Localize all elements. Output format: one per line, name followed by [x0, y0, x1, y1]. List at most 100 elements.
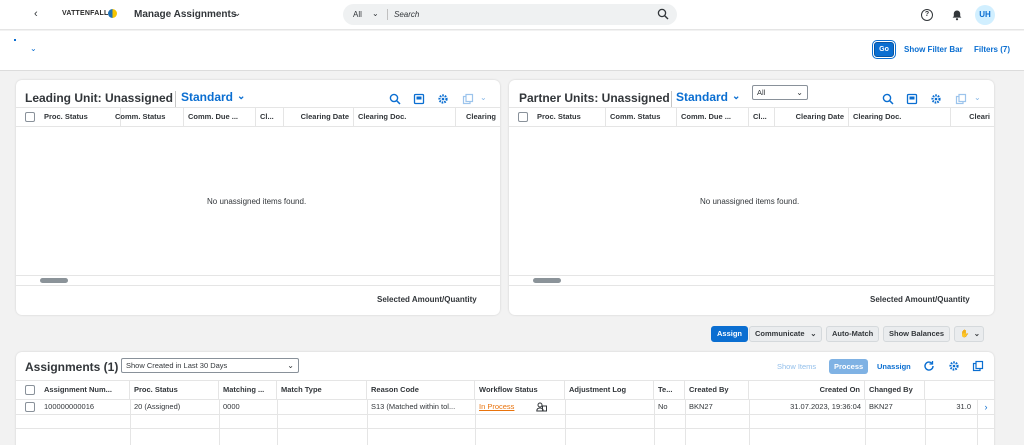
scrollbar-thumb[interactable]	[533, 278, 561, 283]
empty-table-message: No unassigned items found.	[700, 197, 800, 206]
leading-unit-panel: Leading Unit: Unassigned Standard ⌄ ⌄ Pr…	[16, 80, 500, 315]
table-row[interactable]: 100000000016 20 (Assigned) 0000 S13 (Mat…	[16, 400, 994, 414]
partner-units-variant-select[interactable]: Standard	[676, 90, 728, 104]
chevron-down-icon[interactable]: ⌄	[796, 86, 803, 99]
export-icon[interactable]	[906, 93, 918, 105]
column-separator	[367, 400, 368, 445]
column-separator	[977, 400, 978, 445]
show-filter-bar-button[interactable]: Show Filter Bar	[904, 45, 963, 54]
column-header[interactable]: Proc. Status	[130, 381, 219, 399]
column-header[interactable]: Comm. Due ...	[677, 108, 749, 126]
horizontal-scrollbar[interactable]	[509, 277, 994, 285]
column-header[interactable]: Created On	[749, 381, 865, 399]
select-all-checkbox[interactable]	[25, 112, 35, 122]
column-header[interactable]: Cleari	[951, 108, 994, 126]
communicate-button[interactable]: Communicate ⌄	[749, 326, 822, 342]
process-button[interactable]: Process	[829, 359, 869, 374]
help-icon[interactable]: ?	[921, 9, 933, 21]
column-header[interactable]: Adjustment Log	[565, 381, 654, 399]
company-logo-text: VATTENFALL	[62, 10, 109, 17]
unassign-button[interactable]: Unassign	[877, 362, 911, 371]
leading-unit-variant-select[interactable]: Standard	[181, 90, 233, 104]
assignment-number-cell: 100000000016	[44, 402, 95, 411]
row-checkbox[interactable]	[25, 402, 35, 412]
settings-gear-icon[interactable]	[930, 93, 942, 105]
chevron-down-icon[interactable]: ⌄	[732, 91, 740, 102]
column-header[interactable]: Comm. Due ...	[184, 108, 256, 126]
row-navigation-chevron-icon[interactable]: ›	[978, 400, 994, 414]
chevron-down-icon[interactable]: ⌄	[287, 359, 294, 372]
search-separator	[387, 9, 388, 20]
variant-separator	[175, 91, 176, 107]
column-header[interactable]: Comm. Status	[111, 108, 184, 126]
copy-icon[interactable]	[972, 360, 984, 372]
column-header[interactable]: Assignment Num...	[40, 381, 130, 399]
column-header[interactable]: Cl...	[749, 108, 775, 126]
app-title[interactable]: Manage Assignments	[134, 9, 236, 20]
auto-match-button[interactable]: Auto-Match	[826, 326, 880, 342]
workflow-status-link[interactable]: In Process	[475, 400, 535, 414]
column-header[interactable]: Clearing Date	[775, 108, 849, 126]
notification-bell-icon[interactable]	[951, 9, 963, 21]
column-header[interactable]: Reason Code	[367, 381, 475, 399]
column-header[interactable]: Te...	[654, 381, 685, 399]
column-header[interactable]: Matching ...	[219, 381, 277, 399]
column-header[interactable]: Match Type	[277, 381, 367, 399]
settings-gear-icon[interactable]	[437, 93, 449, 105]
column-header[interactable]: Clearing Doc.	[354, 108, 456, 126]
column-header[interactable]: Cl...	[256, 108, 284, 126]
app-title-chevron-icon[interactable]: ⌄	[233, 8, 241, 19]
search-icon[interactable]	[657, 8, 669, 20]
workflow-users-icon[interactable]	[536, 402, 547, 412]
created-by-cell: BKN27	[689, 402, 713, 411]
column-separator	[654, 400, 655, 445]
select-value: Show Created in Last 30 Days	[126, 361, 228, 370]
column-separator	[277, 400, 278, 445]
user-avatar[interactable]: UH	[975, 5, 995, 25]
settings-gear-icon[interactable]	[948, 360, 960, 372]
select-all-checkbox[interactable]	[518, 112, 528, 122]
column-header[interactable]: Changed By	[865, 381, 925, 399]
search-icon[interactable]	[882, 93, 894, 105]
more-actions-button[interactable]: ✋ ⌄	[954, 326, 984, 342]
column-header[interactable]: Proc. Status	[533, 108, 606, 126]
filters-button[interactable]: Filters (7)	[974, 45, 1010, 54]
show-balances-button[interactable]: Show Balances	[883, 326, 951, 342]
shell-bar: ‹ VATTENFALL Manage Assignments ⌄ All ⌄ …	[0, 0, 1024, 30]
select-all-checkbox[interactable]	[25, 385, 35, 395]
chevron-down-icon[interactable]: ⌄	[974, 93, 981, 102]
scrollbar-thumb[interactable]	[40, 278, 68, 283]
partner-units-filter-select[interactable]: All ⌄	[752, 85, 808, 100]
column-header[interactable]: Clearing Doc.	[849, 108, 951, 126]
column-header[interactable]: Comm. Status	[606, 108, 677, 126]
copy-icon[interactable]	[955, 93, 967, 105]
search-field[interactable]: All ⌄ Search	[343, 4, 677, 25]
export-icon[interactable]	[413, 93, 425, 105]
match-type-cell	[277, 400, 367, 414]
assign-button[interactable]: Assign	[711, 326, 749, 342]
column-separator	[685, 400, 686, 445]
column-header[interactable]: Created By	[685, 381, 749, 399]
show-items-button[interactable]: Show Items	[777, 362, 816, 371]
go-button[interactable]: Go	[872, 40, 896, 59]
column-header[interactable]: Proc. Status	[40, 108, 121, 126]
assignments-period-select[interactable]: Show Created in Last 30 Days ⌄	[121, 358, 299, 373]
back-icon[interactable]: ‹	[34, 8, 38, 20]
chevron-down-icon: ⌄	[973, 329, 980, 338]
copy-icon[interactable]	[462, 93, 474, 105]
column-separator	[475, 400, 476, 445]
chevron-down-icon[interactable]: ⌄	[372, 9, 379, 18]
column-header[interactable]: Clearing Date	[284, 108, 354, 126]
chevron-down-icon[interactable]: ⌄	[480, 93, 487, 102]
search-scope-select[interactable]: All	[353, 10, 362, 19]
column-header[interactable]: Clearing	[456, 108, 500, 126]
column-header[interactable]	[925, 381, 994, 399]
chevron-down-icon[interactable]: ⌄	[237, 91, 245, 102]
column-separator	[219, 400, 220, 445]
search-input[interactable]: Search	[394, 10, 419, 19]
search-icon[interactable]	[389, 93, 401, 105]
refresh-icon[interactable]	[923, 360, 935, 372]
column-header[interactable]: Workflow Status	[475, 381, 565, 399]
variant-chevron-down-icon[interactable]: ⌄	[30, 44, 37, 53]
horizontal-scrollbar[interactable]	[16, 277, 500, 285]
